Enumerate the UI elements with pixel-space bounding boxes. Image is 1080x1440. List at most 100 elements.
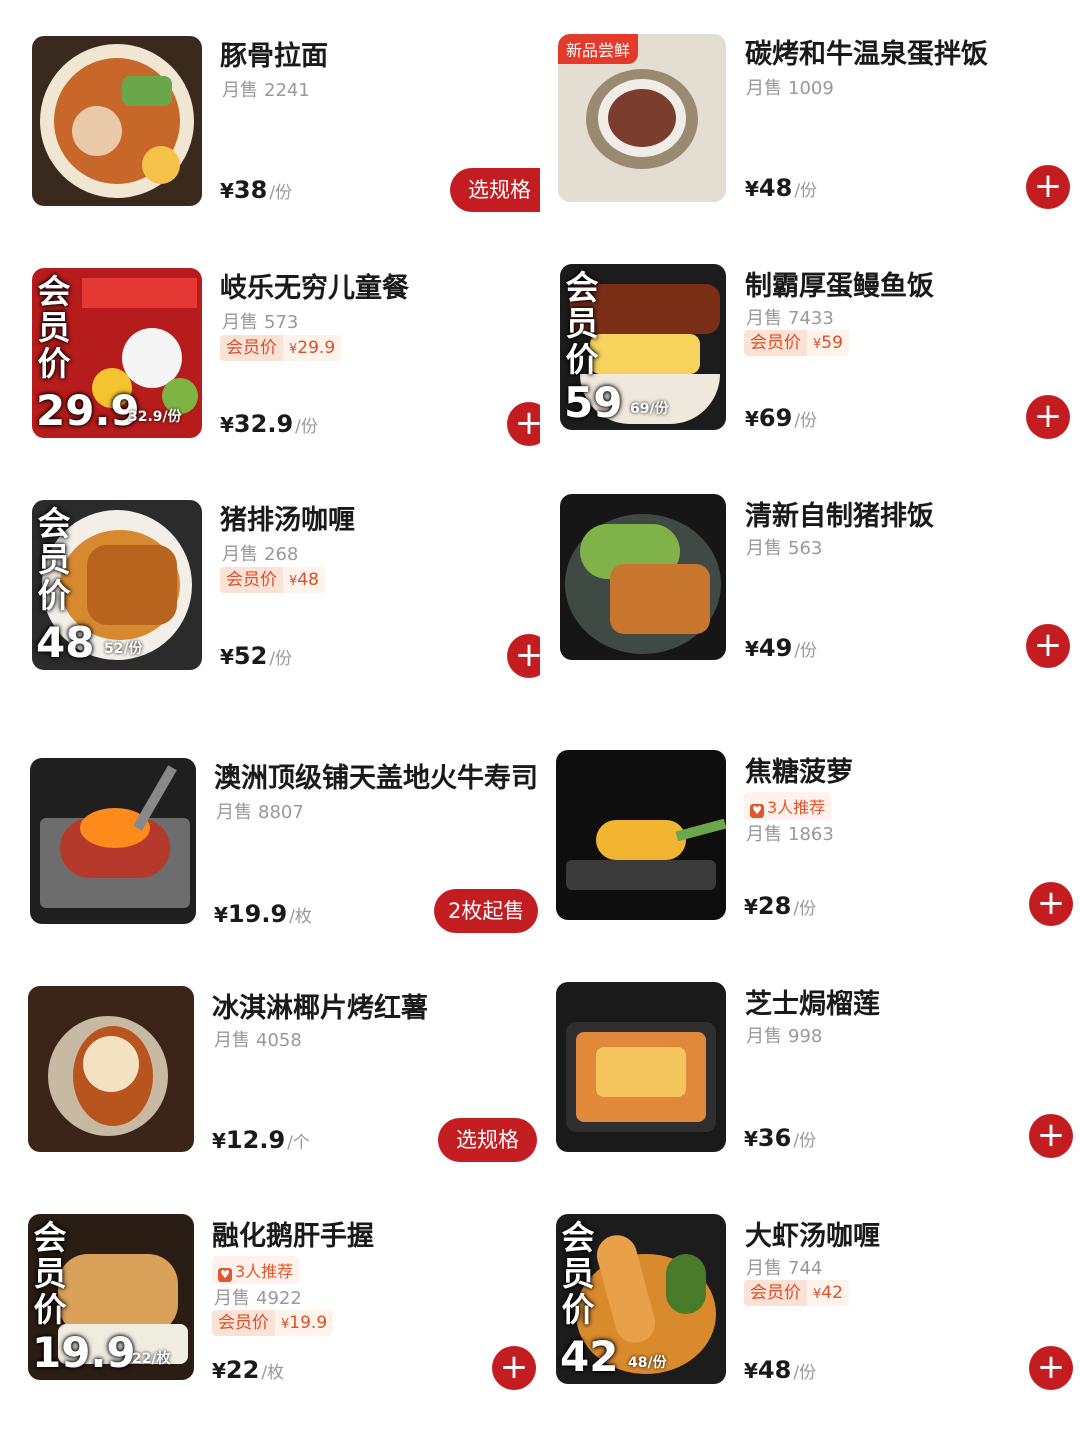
dish-card-kids-meal[interactable]: 会员价 29.9 32.9/份 岐乐无穷儿童餐 月售 573 会员价 ¥29.9 ¥…	[0, 232, 540, 462]
dish-card-pork-cutlet-rice[interactable]: 清新自制猪排饭 月售 563 ¥49/份 +	[540, 460, 1080, 690]
dish-name: 碳烤和牛温泉蛋拌饭	[745, 39, 988, 70]
member-badge-original: 32.9/份	[128, 409, 182, 425]
member-price-tag: 会员价 ¥19.9	[212, 1310, 334, 1336]
min-order-button[interactable]: 2枚起售	[434, 889, 539, 933]
plus-icon: +	[499, 1347, 529, 1387]
dish-card-wagyu-egg-rice[interactable]: 新品尝鲜 碳烤和牛温泉蛋拌饭 月售 1009 ¥48/份 +	[540, 0, 1080, 230]
member-badge-original: 69/份	[630, 401, 669, 417]
member-price-tag: 会员价 ¥29.9	[220, 335, 342, 361]
choose-spec-button[interactable]: 选规格	[438, 1118, 537, 1162]
dish-price: ¥19.9/枚	[214, 900, 312, 928]
plus-icon: +	[1033, 625, 1063, 665]
member-badge-price: 19.9	[32, 1328, 136, 1377]
dish-photo[interactable]	[556, 982, 726, 1152]
member-badge-title: 会员价	[565, 268, 599, 379]
dish-price: ¥69/份	[745, 404, 818, 432]
dish-photo[interactable]	[556, 750, 726, 920]
dish-price: ¥48/份	[744, 1356, 817, 1384]
dish-card-cheese-durian[interactable]: 芝士焗榴莲 月售 998 ¥36/份 +	[540, 948, 1080, 1178]
dish-price: ¥12.9/个	[212, 1126, 310, 1154]
dish-photo[interactable]: 会员价 59 69/份	[560, 264, 726, 430]
dish-name: 猪排汤咖喱	[220, 505, 355, 536]
dish-name: 大虾汤咖喱	[745, 1221, 880, 1252]
monthly-sales: 月售 744	[746, 1258, 823, 1279]
dish-price: ¥22/枚	[212, 1356, 285, 1384]
dish-price: ¥38/份	[220, 176, 293, 204]
member-badge-original: 52/份	[104, 641, 143, 657]
monthly-sales: 月售 8807	[216, 802, 304, 823]
dish-photo[interactable]: 会员价 48 52/份	[32, 500, 202, 670]
dish-photo[interactable]: 新品尝鲜	[558, 34, 726, 202]
left-column: 豚骨拉面 月售 2241 ¥38/份 选规格 会员价 29.9 32.9/份 岐乐…	[0, 0, 540, 1440]
dish-name: 岐乐无穷儿童餐	[220, 273, 409, 304]
monthly-sales: 月售 268	[222, 544, 299, 565]
dish-name: 焦糖菠萝	[745, 757, 853, 788]
add-to-cart-button[interactable]: +	[1029, 1346, 1073, 1390]
choose-spec-button[interactable]: 选规格	[450, 168, 540, 212]
member-price-tag: 会员价 ¥42	[744, 1280, 849, 1306]
member-badge-price: 48	[36, 618, 95, 667]
monthly-sales: 月售 2241	[222, 80, 310, 101]
dish-card-wagyu-sushi[interactable]: 澳洲顶级铺天盖地火牛寿司 月售 8807 ¥19.9/枚 2枚起售	[0, 722, 540, 952]
add-to-cart-button[interactable]: +	[1029, 882, 1073, 926]
recommend-tag: ♥ 3人推荐	[744, 792, 832, 820]
monthly-sales: 月售 573	[222, 312, 299, 333]
monthly-sales: 月售 563	[746, 538, 823, 559]
add-to-cart-button[interactable]: +	[1026, 624, 1070, 668]
dish-photo[interactable]	[30, 758, 196, 924]
dish-card-tonkotsu-ramen[interactable]: 豚骨拉面 月售 2241 ¥38/份 选规格	[0, 0, 540, 230]
monthly-sales: 月售 998	[746, 1026, 823, 1047]
dish-name: 澳洲顶级铺天盖地火牛寿司	[214, 763, 538, 794]
member-badge-original: 22/枚	[132, 1351, 171, 1367]
plus-icon: +	[514, 635, 540, 675]
dish-photo[interactable]: 会员价 42 48/份	[556, 1214, 726, 1384]
dish-card-shrimp-curry[interactable]: 会员价 42 48/份 大虾汤咖喱 月售 744 会员价 ¥42 ¥48/份 +	[540, 1180, 1080, 1410]
monthly-sales: 月售 4058	[214, 1030, 302, 1051]
add-to-cart-button[interactable]: +	[1026, 395, 1070, 439]
dish-price: ¥48/份	[745, 174, 818, 202]
member-badge-original: 48/份	[628, 1355, 667, 1371]
dish-price: ¥49/份	[745, 634, 818, 662]
plus-icon: +	[1033, 166, 1063, 206]
recommend-icon: ♥	[218, 1268, 232, 1282]
dish-name: 芝士焗榴莲	[745, 989, 880, 1020]
dish-name: 冰淇淋椰片烤红薯	[212, 993, 428, 1024]
plus-icon: +	[1036, 883, 1066, 923]
dish-card-caramel-pineapple[interactable]: 焦糖菠萝 ♥ 3人推荐 月售 1863 ¥28/份 +	[540, 716, 1080, 946]
plus-icon: +	[1036, 1115, 1066, 1155]
dish-photo[interactable]: 会员价 29.9 32.9/份	[32, 268, 202, 438]
monthly-sales: 月售 4922	[214, 1288, 302, 1309]
add-to-cart-button[interactable]: +	[492, 1346, 536, 1390]
dish-photo[interactable]	[28, 986, 194, 1152]
add-to-cart-button[interactable]: +	[1026, 165, 1070, 209]
add-to-cart-button[interactable]: +	[1029, 1114, 1073, 1158]
dish-name: 豚骨拉面	[220, 41, 328, 72]
dish-card-eel-rice[interactable]: 会员价 59 69/份 制霸厚蛋鳗鱼饭 月售 7433 会员价 ¥59 ¥69/份 …	[540, 230, 1080, 460]
dish-price: ¥36/份	[744, 1124, 817, 1152]
member-badge-price: 29.9	[36, 386, 140, 435]
monthly-sales: 月售 7433	[746, 308, 834, 329]
plus-icon: +	[514, 403, 540, 443]
dish-photo[interactable]: 会员价 19.9 22/枚	[28, 1214, 194, 1380]
dish-name: 融化鹅肝手握	[212, 1221, 374, 1252]
member-badge-price: 59	[564, 378, 623, 427]
dish-price: ¥32.9/份	[220, 410, 318, 438]
dish-photo[interactable]	[560, 494, 726, 660]
plus-icon: +	[1033, 396, 1063, 436]
dish-card-pork-cutlet-curry[interactable]: 会员价 48 52/份 猪排汤咖喱 月售 268 会员价 ¥48 ¥52/份 +	[0, 464, 540, 694]
add-to-cart-button[interactable]: +	[507, 634, 540, 678]
member-badge-title: 会员价	[33, 1218, 67, 1329]
recommend-tag: ♥ 3人推荐	[212, 1256, 300, 1284]
dish-price: ¥52/份	[220, 642, 293, 670]
dish-photo[interactable]	[32, 36, 202, 206]
recommend-icon: ♥	[750, 804, 764, 818]
monthly-sales: 月售 1863	[746, 824, 834, 845]
member-badge-title: 会员价	[37, 272, 71, 383]
member-badge-title: 会员价	[37, 504, 71, 615]
dish-card-foie-gras[interactable]: 会员价 19.9 22/枚 融化鹅肝手握 ♥ 3人推荐 月售 4922 会员价 ¥19…	[0, 1180, 540, 1410]
add-to-cart-button[interactable]: +	[507, 402, 540, 446]
member-badge-price: 42	[560, 1332, 619, 1381]
dish-card-sweet-potato[interactable]: 冰淇淋椰片烤红薯 月售 4058 ¥12.9/个 选规格	[0, 952, 540, 1182]
new-item-tag: 新品尝鲜	[558, 34, 639, 64]
monthly-sales: 月售 1009	[746, 78, 834, 99]
